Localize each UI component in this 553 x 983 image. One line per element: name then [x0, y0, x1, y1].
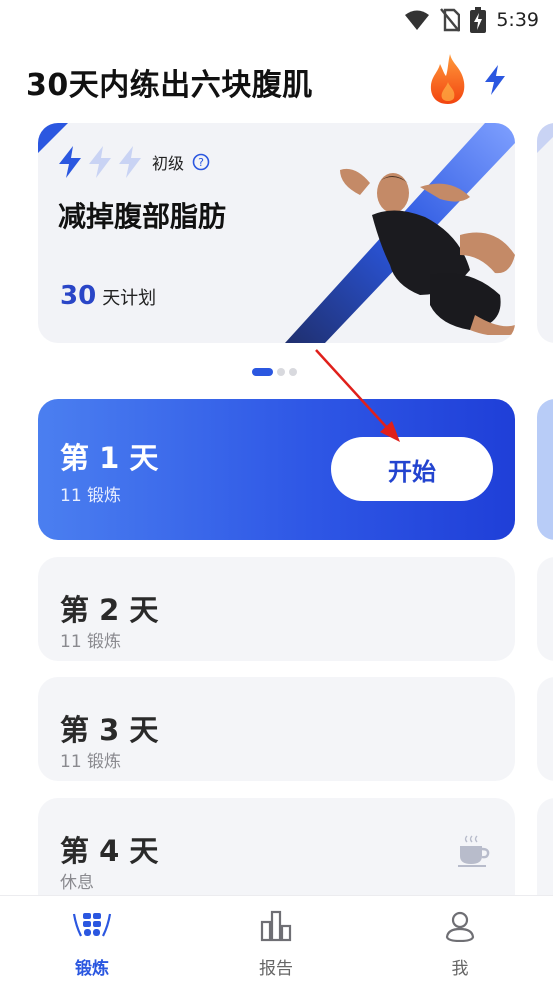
level-bolt-icon	[59, 146, 81, 178]
day-subtitle: 休息	[60, 873, 94, 893]
level-bolt-icon	[119, 146, 141, 178]
day-subtitle: 11 锻炼	[60, 632, 122, 652]
help-icon[interactable]: ?	[192, 153, 210, 171]
wifi-icon	[405, 10, 430, 30]
day-subtitle: 11 锻炼	[60, 752, 122, 772]
day-card-side	[537, 677, 553, 781]
day-card-side	[537, 399, 553, 540]
page-title: 30天内练出六块腹肌	[26, 68, 313, 103]
header: 30天内练出六块腹肌	[24, 52, 537, 108]
day-title: 第 2 天	[60, 593, 159, 627]
carousel-indicator	[252, 368, 297, 376]
svg-text:?: ?	[198, 156, 204, 169]
coffee-cup-icon	[458, 835, 490, 867]
plan-days-unit: 天计划	[102, 288, 157, 309]
abs-icon	[72, 913, 112, 937]
nav-item-report[interactable]: 报告	[216, 896, 336, 983]
day-title: 第 3 天	[60, 713, 159, 747]
status-bar: 5:39	[0, 0, 553, 38]
carousel-dot	[289, 368, 297, 376]
nav-label: 报告	[259, 959, 293, 979]
battery-charging-icon	[470, 7, 487, 33]
level-row: 初级 ?	[56, 145, 210, 179]
nav-item-workout[interactable]: 锻炼	[32, 896, 152, 983]
no-sim-icon	[440, 8, 461, 32]
plan-duration: 30 天计划	[60, 281, 156, 311]
profile-icon	[445, 911, 475, 942]
corner-decoration	[537, 123, 553, 153]
plan-carousel[interactable]: 初级 ? 减掉腹部脂肪 30 天计划	[0, 123, 553, 345]
start-button[interactable]: 开始	[331, 437, 493, 501]
day-title: 第 1 天	[60, 441, 159, 475]
fire-icon[interactable]	[426, 52, 470, 110]
day-title: 第 4 天	[60, 834, 159, 868]
day-card[interactable]: 第 2 天 11 锻炼	[38, 557, 515, 661]
bolt-icon[interactable]	[482, 64, 508, 100]
status-time: 5:39	[496, 9, 539, 31]
day-card-side	[537, 557, 553, 661]
level-bolt-icon	[89, 146, 111, 178]
day-card[interactable]: 第 3 天 11 锻炼	[38, 677, 515, 781]
carousel-dot	[252, 368, 273, 376]
day-card[interactable]: 第 1 天 11 锻炼 开始	[38, 399, 515, 540]
plan-card[interactable]: 初级 ? 减掉腹部脂肪 30 天计划	[38, 123, 515, 343]
nav-item-me[interactable]: 我	[400, 896, 520, 983]
plan-title: 减掉腹部脂肪	[58, 200, 227, 233]
bottom-nav: 锻炼 报告 我	[0, 895, 553, 983]
status-icons: 5:39	[404, 7, 539, 33]
plan-card-next[interactable]	[537, 123, 553, 343]
day-subtitle: 11 锻炼	[60, 486, 122, 506]
level-label: 初级	[152, 154, 185, 173]
carousel-dot	[277, 368, 285, 376]
plan-days-number: 30	[60, 281, 97, 311]
bar-chart-icon	[260, 910, 292, 942]
nav-label: 锻炼	[75, 959, 109, 979]
athlete-image	[340, 168, 515, 335]
nav-label: 我	[451, 959, 469, 979]
